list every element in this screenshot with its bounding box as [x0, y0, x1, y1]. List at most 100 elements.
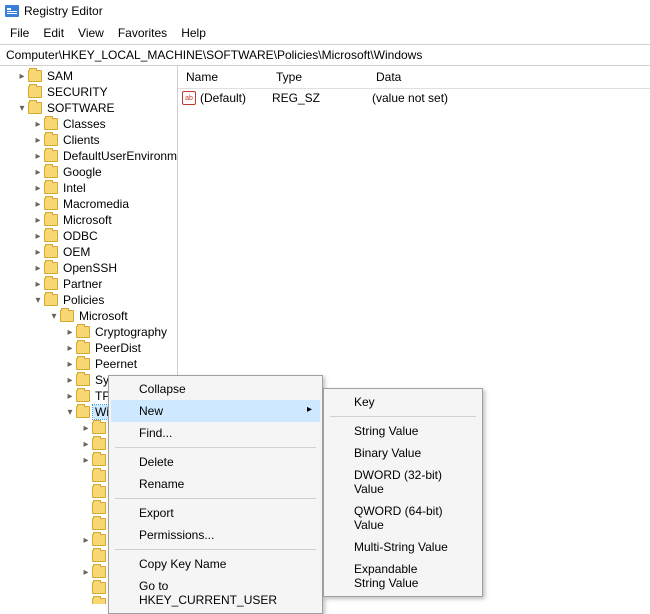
- tree-item-partner[interactable]: Partner: [0, 276, 177, 292]
- folder-icon: [92, 454, 106, 466]
- tree-item-security[interactable]: SECURITY: [0, 84, 177, 100]
- ctx-new-dword[interactable]: DWORD (32-bit) Value: [326, 464, 480, 500]
- menu-view[interactable]: View: [72, 24, 110, 42]
- tree-item-classes[interactable]: Classes: [0, 116, 177, 132]
- tree-item-peernet[interactable]: Peernet: [0, 356, 177, 372]
- expand-icon[interactable]: [32, 167, 44, 178]
- tree-item-software[interactable]: SOFTWARE: [0, 100, 177, 116]
- regedit-icon: [4, 3, 20, 19]
- tree-item-policies[interactable]: Policies: [0, 292, 177, 308]
- submenu-arrow-icon: ▸: [307, 404, 312, 415]
- ctx-goto-hkcu[interactable]: Go to HKEY_CURRENT_USER: [111, 575, 320, 611]
- ctx-rename[interactable]: Rename: [111, 473, 320, 495]
- tree-item-intel[interactable]: Intel: [0, 180, 177, 196]
- ctx-delete[interactable]: Delete: [111, 451, 320, 473]
- expand-icon[interactable]: [16, 71, 28, 82]
- folder-icon: [44, 246, 58, 258]
- tree-item-cryptography[interactable]: Cryptography: [0, 324, 177, 340]
- col-data[interactable]: Data: [368, 66, 650, 88]
- tree-item-odbc[interactable]: ODBC: [0, 228, 177, 244]
- tree-item-sam[interactable]: SAM: [0, 68, 177, 84]
- value-type: REG_SZ: [272, 91, 372, 105]
- ctx-collapse[interactable]: Collapse: [111, 378, 320, 400]
- folder-icon: [44, 262, 58, 274]
- expand-icon[interactable]: [32, 247, 44, 258]
- expand-icon[interactable]: [80, 455, 92, 466]
- expand-icon[interactable]: [32, 295, 44, 306]
- value-data: (value not set): [372, 91, 650, 105]
- folder-icon: [44, 278, 58, 290]
- expand-icon[interactable]: [32, 119, 44, 130]
- menu-favorites[interactable]: Favorites: [112, 24, 173, 42]
- tree-item-openssh[interactable]: OpenSSH: [0, 260, 177, 276]
- ctx-new-binary[interactable]: Binary Value: [326, 442, 480, 464]
- ctx-permissions[interactable]: Permissions...: [111, 524, 320, 546]
- expand-icon[interactable]: [48, 311, 60, 322]
- ctx-new-qword[interactable]: QWORD (64-bit) Value: [326, 500, 480, 536]
- menu-file[interactable]: File: [4, 24, 35, 42]
- folder-icon: [76, 326, 90, 338]
- expand-icon[interactable]: [32, 215, 44, 226]
- expand-icon[interactable]: [32, 231, 44, 242]
- expand-icon[interactable]: [64, 343, 76, 354]
- folder-icon: [92, 486, 106, 498]
- ctx-new[interactable]: New▸: [111, 400, 320, 422]
- expand-icon[interactable]: [80, 423, 92, 434]
- folder-icon: [44, 294, 58, 306]
- menu-help[interactable]: Help: [175, 24, 212, 42]
- address-bar[interactable]: Computer\HKEY_LOCAL_MACHINE\SOFTWARE\Pol…: [0, 45, 650, 66]
- expand-icon[interactable]: [64, 407, 76, 418]
- ctx-export[interactable]: Export: [111, 502, 320, 524]
- folder-icon: [76, 374, 90, 386]
- expand-icon[interactable]: [80, 567, 92, 578]
- expand-icon[interactable]: [64, 391, 76, 402]
- expand-icon[interactable]: [16, 103, 28, 114]
- tree-item-google[interactable]: Google: [0, 164, 177, 180]
- tree-item-peerdist[interactable]: PeerDist: [0, 340, 177, 356]
- expand-icon[interactable]: [64, 375, 76, 386]
- folder-icon: [76, 390, 90, 402]
- tree-item-macromedia[interactable]: Macromedia: [0, 196, 177, 212]
- title: Registry Editor: [24, 4, 103, 18]
- col-name[interactable]: Name: [178, 66, 268, 88]
- folder-icon: [92, 550, 106, 562]
- expand-icon[interactable]: [32, 135, 44, 146]
- folder-icon: [92, 438, 106, 450]
- expand-icon[interactable]: [32, 199, 44, 210]
- tree-item-defaultuserenv[interactable]: DefaultUserEnvironme: [0, 148, 177, 164]
- ctx-new-expandable[interactable]: Expandable String Value: [326, 558, 480, 594]
- expand-icon[interactable]: [64, 327, 76, 338]
- folder-icon: [92, 566, 106, 578]
- expand-icon[interactable]: [80, 439, 92, 450]
- folder-icon: [92, 422, 106, 434]
- context-submenu-new: Key String Value Binary Value DWORD (32-…: [323, 388, 483, 597]
- ctx-find[interactable]: Find...: [111, 422, 320, 444]
- ctx-new-multistring[interactable]: Multi-String Value: [326, 536, 480, 558]
- separator: [115, 498, 316, 499]
- expand-icon[interactable]: [32, 183, 44, 194]
- expand-icon[interactable]: [64, 359, 76, 370]
- expand-icon[interactable]: [32, 279, 44, 290]
- expand-icon[interactable]: [32, 263, 44, 274]
- ctx-new-key[interactable]: Key: [326, 391, 480, 413]
- folder-icon: [28, 86, 42, 98]
- col-type[interactable]: Type: [268, 66, 368, 88]
- separator: [330, 416, 476, 417]
- menu-edit[interactable]: Edit: [37, 24, 70, 42]
- folder-icon: [92, 502, 106, 514]
- tree-item-clients[interactable]: Clients: [0, 132, 177, 148]
- folder-icon: [44, 230, 58, 242]
- folder-icon: [92, 518, 106, 530]
- tree-item-microsoft[interactable]: Microsoft: [0, 212, 177, 228]
- folder-icon: [44, 134, 58, 146]
- separator: [115, 447, 316, 448]
- ctx-copykey[interactable]: Copy Key Name: [111, 553, 320, 575]
- ctx-new-string[interactable]: String Value: [326, 420, 480, 442]
- folder-icon: [76, 342, 90, 354]
- value-row-default[interactable]: (Default) REG_SZ (value not set): [178, 89, 650, 107]
- expand-icon[interactable]: [32, 151, 44, 162]
- expand-icon[interactable]: [80, 535, 92, 546]
- tree-item-policies-microsoft[interactable]: Microsoft: [0, 308, 177, 324]
- folder-icon: [76, 406, 90, 418]
- tree-item-oem[interactable]: OEM: [0, 244, 177, 260]
